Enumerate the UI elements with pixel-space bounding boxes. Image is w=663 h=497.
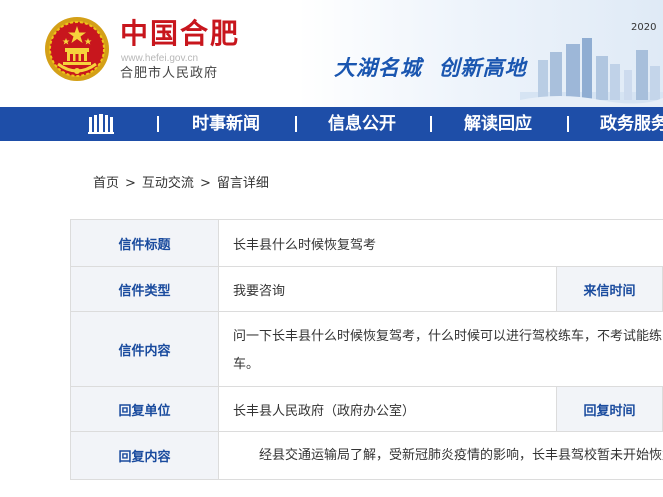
letter-content-value: 问一下长丰县什么时候恢复驾考，什么时候可以进行驾校练车，不考试能练车。 [218,311,663,387]
letter-type-value: 我要咨询 [218,266,557,312]
header-slogan: 大湖名城 创新高地 [334,55,527,80]
site-url: www.hefei.gov.cn [121,53,199,64]
site-header: 中国合肥 www.hefei.gov.cn 合肥市人民政府 大湖名城 创新高地 … [0,0,663,110]
site-title: 中国合肥 [120,17,241,50]
header-date: 2020 [631,22,657,33]
reply-content-label: 回复内容 [70,431,219,480]
reply-content-value: 经县交通运输局了解，受新冠肺炎疫情的影响，长丰县驾校暂未开始恢复 [218,431,663,480]
letter-type-label: 信件类型 [70,266,219,312]
breadcrumb-section-link[interactable]: 互动交流 [142,176,194,191]
nav-item-news[interactable]: 时事新闻 [192,107,260,141]
reply-unit-label: 回复单位 [70,386,219,432]
main-nav: 时事新闻 信息公开 解读回应 政务服务 [0,107,663,141]
nav-item-interpretation[interactable]: 解读回应 [464,107,532,141]
reply-unit-value: 长丰县人民政府（政府办公室） [218,386,557,432]
site-subtitle: 合肥市人民政府 [120,66,219,81]
letter-detail-table: 信件标题 长丰县什么时候恢复驾考 信件类型 我要咨询 来信时间 信件内容 问一下… [70,219,663,480]
table-row: 信件类型 我要咨询 来信时间 [70,266,663,312]
letter-content-label: 信件内容 [70,311,219,387]
breadcrumb: 首页 > 互动交流 > 留言详细 [93,176,269,191]
city-skyline-icon [520,38,663,110]
table-row: 回复单位 长丰县人民政府（政府办公室） 回复时间 [70,386,663,432]
table-row: 信件标题 长丰县什么时候恢复驾考 [70,219,663,267]
nav-item-gov-services[interactable]: 政务服务 [600,107,663,141]
table-row: 信件内容 问一下长丰县什么时候恢复驾考，什么时候可以进行驾校练车，不考试能练车。 [70,311,663,387]
nav-separator [430,116,432,132]
reply-time-label: 回复时间 [556,386,663,432]
home-icon[interactable] [88,114,114,134]
letter-title-value: 长丰县什么时候恢复驾考 [218,219,663,267]
table-row: 回复内容 经县交通运输局了解，受新冠肺炎疫情的影响，长丰县驾校暂未开始恢复 [70,431,663,480]
nav-item-info-disclosure[interactable]: 信息公开 [328,107,396,141]
breadcrumb-current: 留言详细 [216,176,269,191]
national-emblem-icon [45,17,109,81]
nav-separator [567,116,569,132]
nav-separator [295,116,297,132]
nav-separator [157,116,159,132]
breadcrumb-home-link[interactable]: 首页 [93,176,119,191]
letter-date-label: 来信时间 [556,266,663,312]
letter-title-label: 信件标题 [70,219,219,267]
